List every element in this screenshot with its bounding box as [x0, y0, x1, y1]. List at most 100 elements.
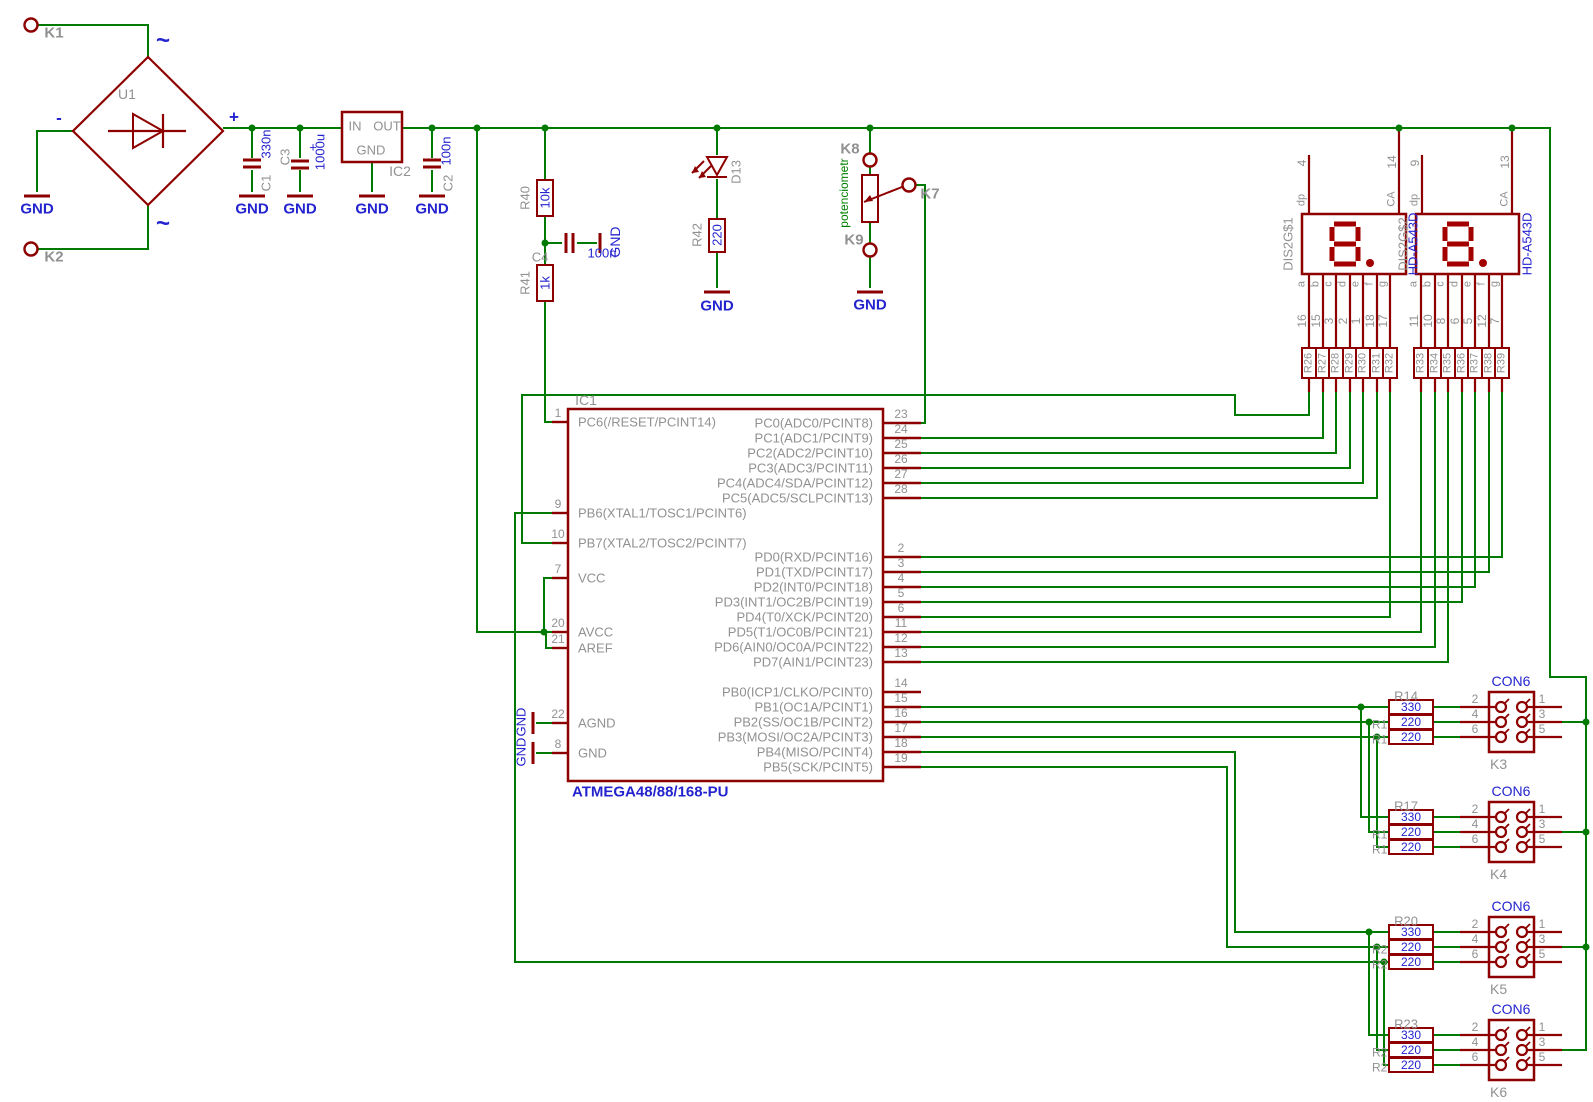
pin-number-3: 3: [898, 557, 905, 569]
gnd-c2: GND: [415, 202, 448, 217]
resistor-name-R33: R33: [1416, 353, 1427, 373]
pin-number-11: 11: [895, 617, 907, 629]
pad-tick: [1525, 824, 1530, 829]
pad-tick: [1525, 1027, 1530, 1032]
junction-dot: [1358, 704, 1365, 711]
pin-label-14: PB0(ICP1/CLKO/PCINT0): [722, 686, 873, 699]
capacitor-C1[interactable]: [243, 160, 261, 167]
r41-value: 1k: [539, 276, 552, 290]
seg-pin-num-R27: 15: [1310, 314, 1322, 327]
resistor-value-R25: 220: [1401, 1059, 1421, 1071]
junction-dot: [249, 125, 256, 132]
conn-left-num-K5-0: 2: [1472, 918, 1479, 930]
pin-label-24: PC1(ADC1/PCINT9): [755, 432, 873, 445]
label-k7: K7: [920, 187, 939, 202]
pad-tick: [1504, 1042, 1509, 1047]
display-name-2: DIS2G$2: [1397, 217, 1410, 270]
display-dp-pin-2: 9: [1409, 160, 1421, 167]
seg-pin-num-R33: 11: [1408, 315, 1420, 327]
pin-label-25: PC2(ADC2/PCINT10): [747, 447, 873, 460]
display-dp-label-1: dp: [1297, 194, 1308, 206]
pad-K8[interactable]: [864, 154, 877, 167]
pad-tick: [1504, 699, 1509, 704]
pin-label-26: PC3(ADC3/PCINT11): [748, 462, 873, 475]
label-k1: K1: [44, 26, 63, 41]
pin-label-27: PC4(ADC4/SDA/PCINT12): [717, 477, 873, 490]
seven-segment-digit: [1332, 224, 1358, 264]
pin-number-2: 2: [898, 542, 905, 554]
resistor-name-R15-text: R15: [1372, 718, 1387, 729]
pin-number-25: 25: [894, 438, 907, 450]
resistor-group-name-R23: R23: [1394, 1018, 1418, 1031]
seg-letter-R32: g: [1378, 281, 1389, 287]
resistor-value-R15: 220: [1401, 716, 1421, 728]
connector-name-K4: K4: [1490, 867, 1507, 881]
seg-letter-R27: b: [1311, 281, 1322, 287]
led-D13[interactable]: [692, 157, 727, 178]
connector-type-K4: CON6: [1492, 784, 1531, 798]
gnd-pot: GND: [853, 298, 886, 313]
ic2-name: IC2: [389, 164, 411, 178]
bridge-minus: -: [56, 110, 62, 127]
junction-dot: [542, 125, 549, 132]
seg-pin-num-R38: 12: [1476, 314, 1488, 327]
connector-type-K6: CON6: [1492, 1002, 1531, 1016]
resistor-value-R18: 220: [1401, 826, 1421, 838]
resistor-name-R22: R22: [1372, 956, 1387, 969]
capacitor-C3[interactable]: [291, 161, 309, 168]
pin-number-9: 9: [555, 498, 562, 510]
seg-pin-num-R34: 10: [1422, 314, 1434, 327]
pad-K9[interactable]: [864, 244, 877, 257]
resistor-value-R16: 220: [1401, 731, 1421, 743]
conn-right-num-K3-1: 3: [1539, 708, 1546, 720]
wire-segment-matrix: [515, 392, 1502, 962]
display-2-segments[interactable]: [1414, 274, 1509, 392]
conn-right-num-K6-0: 1: [1539, 1021, 1546, 1033]
pad-K7[interactable]: [903, 179, 916, 192]
pin-number-27: 27: [894, 468, 907, 480]
resistor-name-R30: R30: [1358, 353, 1369, 373]
conn-left-num-K3-2: 6: [1472, 723, 1479, 735]
seg-pin-num-R35: 8: [1435, 318, 1447, 325]
display-dp-label-2: dp: [1410, 194, 1421, 206]
pin-label-5: PD3(INT1/OC2B/PCINT19): [715, 596, 873, 609]
r41-name: R41: [519, 271, 532, 295]
seven-segment-digit: [1445, 224, 1471, 264]
pin-label-3: PD1(TXD/PCINT17): [756, 566, 873, 579]
gnd-c4: GND: [608, 226, 622, 257]
pin-number-18: 18: [894, 737, 907, 749]
pad-tick: [1525, 954, 1530, 959]
bridge-rectifier-U1[interactable]: [73, 57, 223, 205]
junction-dot: [1366, 929, 1373, 936]
label-u1: U1: [118, 87, 136, 101]
pad-tick: [1525, 699, 1530, 704]
pin-number-26: 26: [894, 453, 907, 465]
seg-letter-R30: e: [1351, 281, 1362, 287]
capacitor-C4[interactable]: [566, 233, 573, 253]
pad-K1[interactable]: [25, 19, 38, 32]
resistor-name-R19: R19: [1372, 841, 1387, 854]
pin-number-22: 22: [551, 708, 564, 720]
resistor-name-R35: R35: [1443, 353, 1454, 373]
conn-left-num-K4-0: 2: [1472, 803, 1479, 815]
decimal-point: [1479, 259, 1487, 267]
seg-letter-R37: e: [1463, 281, 1474, 287]
pin-number-5: 5: [898, 587, 905, 599]
pin-number-10: 10: [551, 528, 564, 540]
junction-dot: [1509, 125, 1516, 132]
potentiometer-body[interactable]: [862, 175, 902, 222]
conn-left-num-K3-0: 2: [1472, 693, 1479, 705]
seg-pin-num-R29: 2: [1337, 318, 1349, 325]
display-ca-pin-2: 13: [1499, 155, 1511, 168]
pad-K2[interactable]: [25, 243, 38, 256]
c2-name: C2: [442, 175, 455, 192]
junction-dot: [867, 125, 874, 132]
display-1-segments[interactable]: [1302, 274, 1397, 392]
pad-tick: [1525, 839, 1530, 844]
schematic-page: K1K2U1-+~~GNDGNDGNDGNDGND330nC1C31000u+I…: [0, 0, 1593, 1102]
c1-value: 330n: [260, 130, 273, 159]
display-dp-pin-1: 4: [1296, 160, 1308, 167]
pad-tick: [1504, 714, 1509, 719]
pin-label-15: PB1(OC1A/PCINT1): [755, 701, 873, 714]
gnd-ic2: GND: [355, 202, 388, 217]
